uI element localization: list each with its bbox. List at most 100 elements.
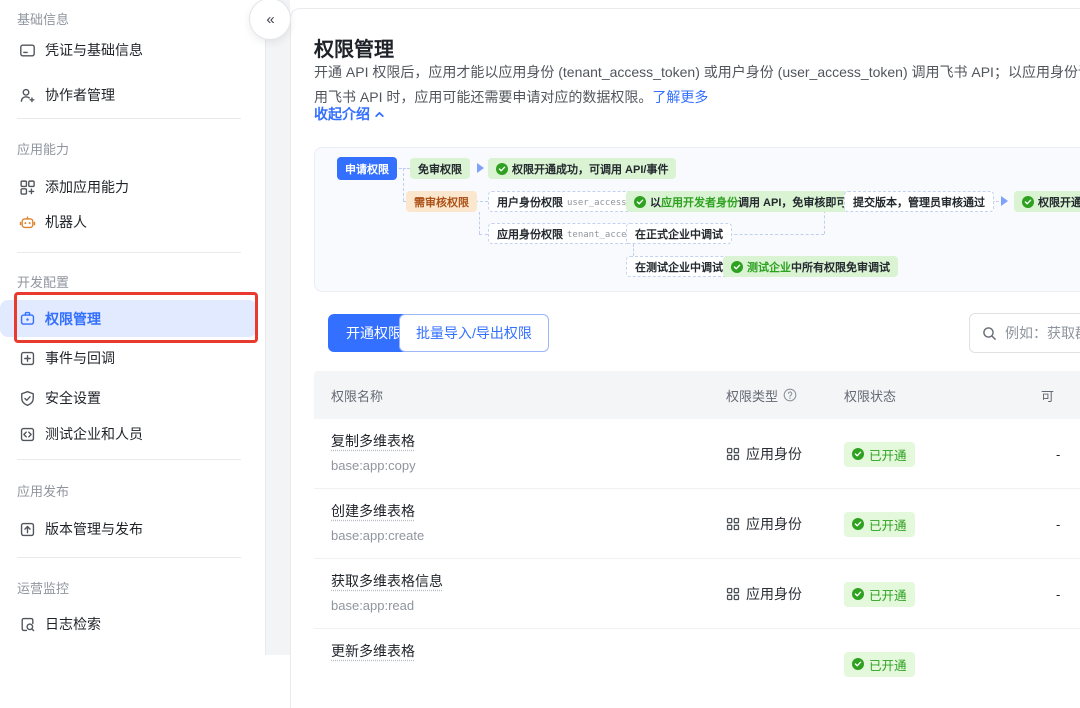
table-row: 复制多维表格base:app:copy 应用身份 已开通 - [314, 419, 1080, 489]
main-panel: 权限管理 开通 API 权限后，应用才能以应用身份 (tenant_access… [290, 8, 1080, 708]
upload-square-icon [19, 521, 36, 538]
table-row: 获取多维表格信息 base:app:read 应用身份 已开通 - [314, 559, 1080, 629]
node-success-1: 权限开通成功，可调用 API/事件 [488, 158, 676, 179]
sidebar-item-bot[interactable]: 机器人 [0, 206, 257, 238]
log-search-icon [19, 616, 36, 633]
app-identity-icon [726, 517, 740, 531]
sidebar-item-label: 事件与回调 [45, 348, 115, 368]
node-debug-formal: 在正式企业中调试 [626, 223, 732, 244]
credential-card-icon [19, 42, 36, 59]
sidebar-item-collaborators[interactable]: 协作者管理 [0, 79, 257, 111]
section-label-monitor: 运营监控 [17, 578, 69, 597]
sidebar-item-label: 测试企业和人员 [45, 424, 143, 444]
section-label-basic-info: 基础信息 [17, 9, 69, 28]
section-label-release: 应用发布 [17, 481, 69, 500]
sidebar-item-label: 添加应用能力 [45, 177, 129, 197]
sidebar-divider [17, 118, 241, 119]
help-question-icon[interactable] [783, 388, 797, 402]
add-capability-icon [19, 179, 36, 196]
sidebar-item-version-release[interactable]: 版本管理与发布 [0, 513, 257, 545]
status-badge: 已开通 [844, 512, 915, 537]
app-identity-icon [726, 447, 740, 461]
sidebar-item-label: 版本管理与发布 [45, 519, 143, 539]
node-dev-debug: 以应用开发者身份调用 API，免审核即可调试 [626, 191, 877, 212]
permission-code: base:app:create [331, 528, 424, 543]
section-label-capability: 应用能力 [17, 139, 69, 158]
sidebar-divider [17, 459, 241, 460]
node-success-2: 权限开通成功，可调用 API/事件 [1014, 191, 1080, 212]
arrow-right-icon [1001, 196, 1008, 206]
node-label: 应用身份权限 [497, 226, 563, 242]
permission-name[interactable]: 复制多维表格 [331, 431, 416, 451]
permission-table: 权限名称 权限类型 权限状态 可 复制多维表格 base:app:copy 应用身… [314, 371, 1080, 699]
page-title: 权限管理 [314, 33, 394, 62]
check-circle-icon [634, 196, 646, 208]
sidebar-item-logs[interactable]: 日志检索 [0, 608, 257, 640]
node-test-company-free: 测试企业中所有权限免审调试 [723, 256, 898, 277]
status-badge: 已开通 [844, 442, 915, 467]
connector [479, 212, 480, 234]
sidebar-collapse-button[interactable]: « [249, 0, 291, 40]
sidebar-item-label: 凭证与基础信息 [45, 40, 143, 60]
arrow-right-icon [477, 163, 484, 173]
permission-type: 应用身份 [746, 584, 802, 604]
learn-more-link[interactable]: 了解更多 [652, 89, 708, 105]
robot-icon [19, 214, 36, 231]
collaborator-icon [19, 87, 36, 104]
status-label: 已开通 [869, 515, 907, 534]
node-apply-permission: 申请权限 [337, 157, 397, 180]
chevron-up-icon [374, 109, 385, 120]
permission-code: base:app:copy [331, 458, 416, 473]
code-brackets-icon [19, 426, 36, 443]
node-label: 权限开通成功，可调用 API/事件 [512, 161, 668, 177]
scope-value: - [1056, 489, 1060, 559]
sidebar-divider [17, 557, 241, 558]
search-input[interactable] [1005, 325, 1080, 341]
sidebar-divider [17, 252, 241, 253]
status-badge: 已开通 [844, 582, 915, 607]
permission-search-box[interactable] [969, 313, 1080, 353]
permission-name[interactable]: 更新多维表格 [331, 641, 415, 661]
permission-type: 应用身份 [746, 514, 802, 534]
search-icon [982, 326, 997, 341]
check-circle-icon [731, 261, 743, 273]
connector [403, 168, 404, 201]
status-label: 已开通 [869, 585, 907, 604]
sidebar-item-label: 安全设置 [45, 388, 101, 408]
permission-briefcase-icon [19, 310, 36, 327]
sidebar-item-add-capability[interactable]: 添加应用能力 [0, 171, 257, 203]
node-need-review: 需审核权限 [406, 191, 477, 212]
permission-name[interactable]: 创建多维表格 [331, 501, 424, 521]
permission-code: base:app:read [331, 598, 443, 613]
sidebar-item-credentials[interactable]: 凭证与基础信息 [0, 34, 257, 66]
sidebar-item-test-company[interactable]: 测试企业和人员 [0, 418, 257, 450]
app-identity-icon [726, 587, 740, 601]
batch-import-export-button[interactable]: 批量导入/导出权限 [399, 314, 549, 352]
permission-type: 应用身份 [746, 444, 802, 464]
permission-name[interactable]: 获取多维表格信息 [331, 571, 443, 591]
node-label: 以应用开发者身份调用 API，免审核即可调试 [650, 194, 869, 210]
node-submit-version: 提交版本，管理员审核通过 [844, 191, 994, 212]
node-debug-test: 在测试企业中调试 [626, 256, 732, 277]
table-header: 权限名称 权限类型 权限状态 可 [314, 371, 1080, 419]
sidebar-item-permissions[interactable]: 权限管理 [0, 300, 257, 337]
check-circle-icon [1022, 196, 1034, 208]
sidebar-item-label: 日志检索 [45, 614, 101, 634]
description-line-1: 开通 API 权限后，应用才能以应用身份 (tenant_access_toke… [314, 60, 1080, 85]
connector [479, 234, 488, 235]
scope-value: - [1056, 559, 1060, 629]
connector [399, 168, 410, 169]
header-permission-name: 权限名称 [331, 371, 383, 419]
node-label: 权限开通成功，可调用 API/事件 [1038, 194, 1080, 210]
description-text: 用飞书 API 时，应用可能还需要申请对应的数据权限。 [314, 89, 652, 105]
sidebar-item-security[interactable]: 安全设置 [0, 382, 257, 414]
node-label: 用户身份权限 [497, 194, 563, 210]
sidebar-item-events[interactable]: 事件与回调 [0, 342, 257, 374]
header-scope: 可 [1041, 371, 1054, 419]
sidebar-item-label: 机器人 [45, 212, 87, 232]
status-label: 已开通 [869, 445, 907, 464]
header-permission-status: 权限状态 [844, 371, 896, 419]
collapse-intro-label: 收起介绍 [314, 104, 370, 124]
permission-flow-diagram: 申请权限 免审权限 权限开通成功，可调用 API/事件 需审核权限 用户身份权限… [314, 147, 1080, 292]
collapse-intro-link[interactable]: 收起介绍 [314, 104, 385, 124]
